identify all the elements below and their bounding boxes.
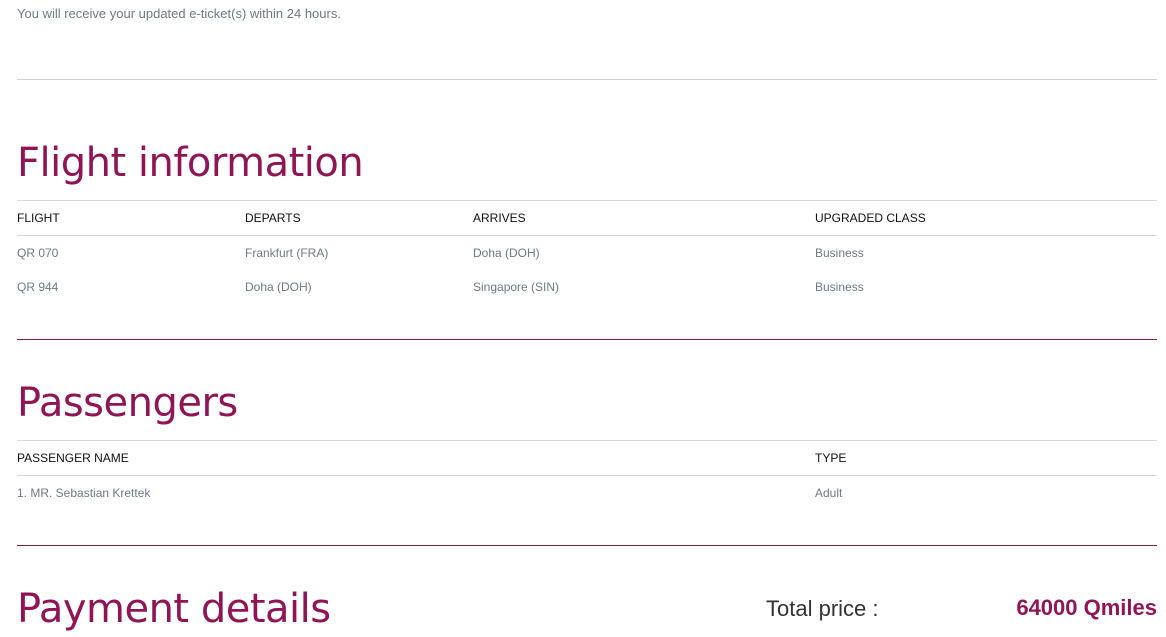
section-divider (17, 545, 1157, 546)
upgraded-class: Business (815, 246, 864, 260)
upgraded-class: Business (815, 280, 864, 294)
arrival-airport: Singapore (SIN) (473, 280, 560, 294)
total-price-label: Total price : (766, 596, 879, 621)
departure-airport: Frankfurt (FRA) (245, 246, 329, 260)
confirmation-page: You will receive your updated e-ticket(s… (17, 0, 1157, 637)
passengers-title: Passengers (17, 380, 238, 426)
passenger-type: Adult (815, 486, 843, 500)
column-header-departs: DEPARTS (245, 211, 301, 225)
eticket-notice: You will receive your updated e-ticket(s… (17, 6, 341, 21)
column-header-arrives: ARRIVES (473, 211, 526, 225)
column-header-flight: FLIGHT (17, 211, 60, 225)
divider (17, 79, 1157, 80)
payment-details-title: Payment details (17, 586, 331, 632)
flight-number: QR 944 (17, 280, 59, 294)
column-header-type: TYPE (815, 451, 847, 465)
passenger-name: 1. MR. Sebastian Krettek (17, 486, 151, 500)
flight-number: QR 070 (17, 246, 59, 260)
departure-airport: Doha (DOH) (245, 280, 312, 294)
column-header-upgraded-class: UPGRADED CLASS (815, 211, 926, 225)
table-top-border (17, 200, 1157, 201)
section-divider (17, 339, 1157, 340)
total-price-value: 64000 Qmiles (1016, 595, 1157, 620)
flight-information-title: Flight information (17, 140, 364, 186)
arrival-airport: Doha (DOH) (473, 246, 540, 260)
table-header-border (17, 475, 1157, 476)
table-header-border (17, 235, 1157, 236)
table-top-border (17, 440, 1157, 441)
column-header-passenger-name: PASSENGER NAME (17, 451, 129, 465)
